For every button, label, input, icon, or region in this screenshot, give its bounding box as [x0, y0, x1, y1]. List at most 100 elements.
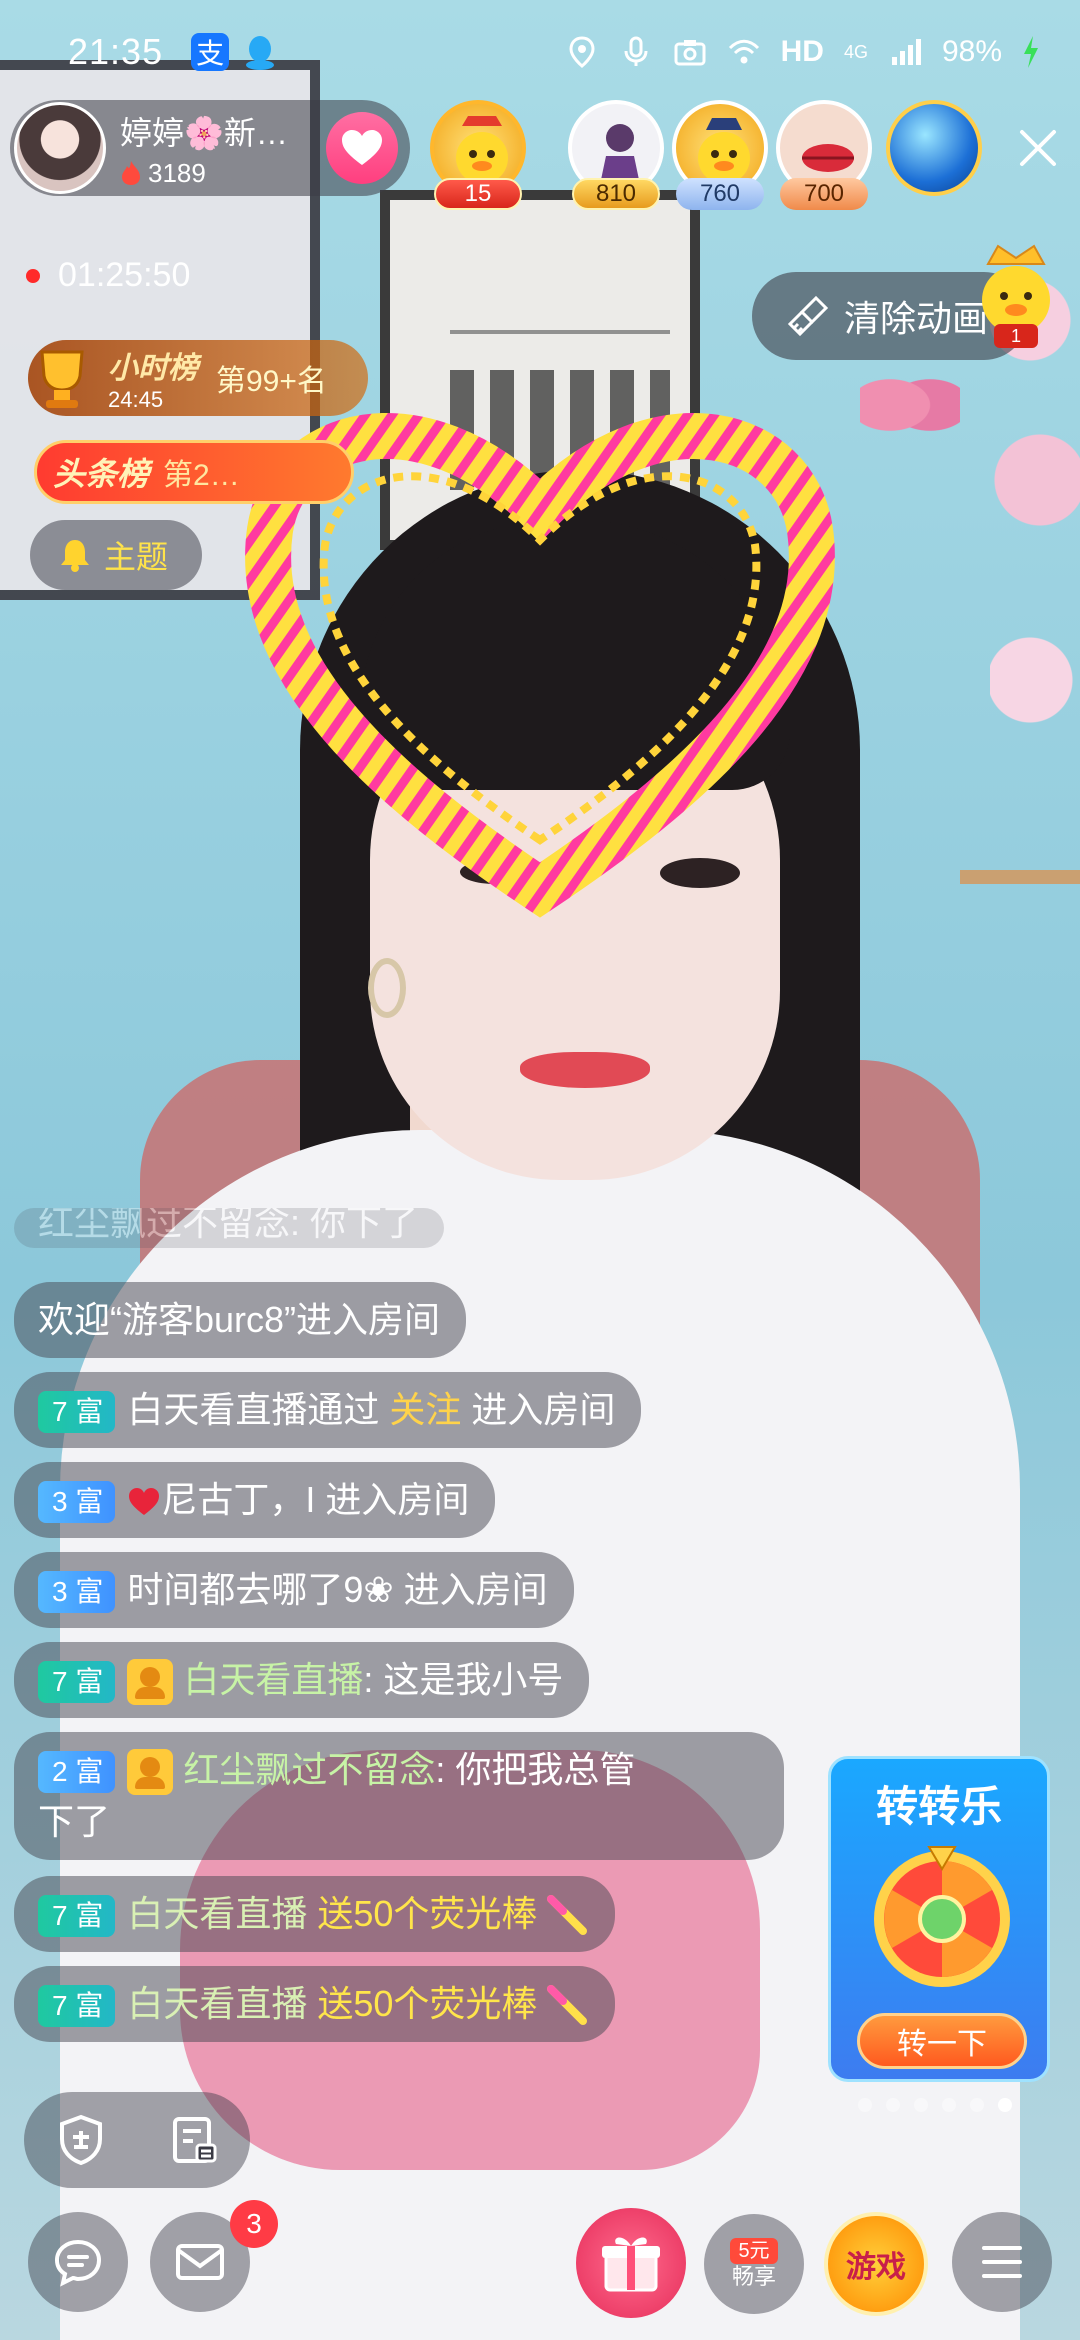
top-viewer-3[interactable]: 700 — [776, 100, 872, 210]
hourly-rank-position: 第99+名 — [216, 365, 327, 398]
tool-pill — [24, 2092, 250, 2188]
chat-bubble-icon — [54, 2239, 102, 2287]
shelf — [960, 870, 1080, 1070]
wealth-level-badge: 7 富 — [38, 1391, 116, 1434]
microphone-icon — [624, 36, 648, 66]
chat-content: : 这是我小号 — [363, 1659, 564, 1700]
popularity-count: 3189 — [148, 157, 206, 188]
chat-message[interactable]: 7 富 白天看直播: 这是我小号 — [14, 1642, 590, 1718]
chat-message[interactable]: 7 富白天看直播 送50个荧光棒 — [14, 1876, 616, 1952]
streamer-card[interactable]: 婷婷🌸新… 3189 — [10, 100, 410, 196]
promo-label: 畅享 — [731, 2264, 776, 2289]
promo-button[interactable]: 5元 畅享 — [704, 2214, 804, 2314]
streamer-info[interactable]: 婷婷🌸新… 3189 — [120, 108, 326, 189]
guard-shield-icon[interactable] — [52, 2111, 110, 2169]
wealth-level-badge: 7 富 — [38, 1985, 116, 2028]
chat-content: : 你把我总管 — [435, 1749, 636, 1790]
chat-content-continued: 下了 — [38, 1801, 111, 1842]
prize-wheel-icon — [874, 1846, 1010, 1987]
signal-indicator: 4G — [843, 42, 868, 62]
chat-username[interactable]: 白天看直播 — [127, 1983, 307, 2024]
chat-message[interactable]: 3 富时间都去哪了9❀ 进入房间 — [14, 1552, 574, 1628]
alipay-notification-icon: 支 — [191, 33, 230, 71]
signal-bars-icon — [891, 39, 921, 65]
chat-username[interactable]: 白天看直播 — [127, 1893, 307, 1934]
location-icon — [569, 36, 595, 68]
chat-input-button[interactable] — [28, 2212, 128, 2312]
chat-username[interactable]: 白天看直播 — [183, 1659, 363, 1700]
lucky-wheel-card[interactable]: 转转乐 转一下 — [828, 1756, 1050, 2082]
chat-username[interactable]: 红尘飘过不留念 — [183, 1749, 435, 1790]
pager-dot-active — [998, 2098, 1012, 2112]
earring — [368, 958, 406, 1018]
manager-icon — [127, 1749, 174, 1796]
chat-username[interactable]: 时间都去哪了9❀ — [127, 1569, 393, 1610]
wealth-level-badge: 7 富 — [38, 1895, 116, 1938]
chat-message[interactable]: 7 富白天看直播通过 关注 进入房间 — [14, 1372, 642, 1448]
chat-action: 进入房间 — [325, 1479, 470, 1520]
hd-indicator: HD — [780, 35, 824, 68]
viewer-contribution: 810 — [572, 178, 660, 210]
gift-text: 送50个荧光棒 — [317, 1893, 538, 1934]
gift-box-icon — [602, 2237, 660, 2292]
top-viewer-4[interactable] — [886, 100, 982, 200]
game-button[interactable]: 游戏 — [824, 2212, 928, 2316]
top-viewer-1[interactable]: 810 — [568, 100, 664, 210]
hourly-rank-countdown: 24:45 — [108, 387, 164, 412]
menu-icon — [982, 2246, 1022, 2278]
follow-button[interactable] — [326, 112, 398, 184]
chat-message-faded: 红尘飘过不留念: 你下了 — [14, 1208, 445, 1248]
glow-stick-icon — [547, 1985, 588, 2026]
wealth-level-badge: 3 富 — [38, 1571, 116, 1614]
chat-action: 进入房间 — [403, 1569, 548, 1610]
viewer-avatar — [886, 100, 982, 196]
chat-message[interactable]: 欢迎“游客burc8”进入房间 — [14, 1282, 467, 1358]
headline-rank-position: 第2… — [163, 459, 240, 492]
fan-club-icon[interactable] — [165, 2111, 223, 2169]
more-menu-button[interactable] — [952, 2212, 1052, 2312]
headline-rank-badge[interactable]: 头条榜 第2… — [34, 440, 354, 504]
clock: 21:35 — [68, 31, 164, 72]
welcome-text: 欢迎“游客burc8”进入房间 — [38, 1299, 441, 1340]
butterfly-decoration — [860, 360, 960, 450]
wifi-icon — [728, 39, 759, 64]
gift-button[interactable] — [576, 2208, 686, 2318]
hourly-rank-badge[interactable]: 小时榜 24:45 第99+名 — [28, 340, 368, 416]
live-duration: 01:25:50 — [26, 256, 190, 295]
qq-notification-icon — [246, 36, 275, 70]
topic-label: 主题 — [104, 539, 169, 575]
trophy-icon — [40, 350, 84, 408]
topic-button[interactable]: 主题 — [30, 520, 202, 590]
chat-username[interactable]: 尼古丁，I — [161, 1479, 315, 1520]
chat-faded-text: 红尘飘过不留念: 你下了 — [38, 1208, 419, 1243]
charging-icon — [1024, 36, 1038, 68]
game-label: 游戏 — [846, 2251, 906, 2284]
viewer-contribution: 700 — [780, 178, 868, 210]
pager-dot — [914, 2098, 928, 2112]
live-dot-icon — [26, 268, 40, 283]
unread-message-badge: 3 — [230, 2200, 278, 2248]
broom-icon — [787, 295, 829, 337]
guardian-viewer[interactable]: 15 — [430, 100, 526, 210]
chat-message[interactable]: 2 富 红尘飘过不留念: 你把我总管 下了 — [14, 1732, 784, 1860]
close-icon[interactable] — [1010, 120, 1066, 176]
flame-icon — [122, 161, 140, 185]
heart-icon — [342, 130, 382, 165]
battery-percentage: 98% — [941, 35, 1002, 68]
pager-dot — [858, 2098, 872, 2112]
chat-message[interactable]: 7 富白天看直播 送50个荧光棒 — [14, 1966, 616, 2042]
status-bar: 21:35 支 HD 4G 98% — [0, 0, 1080, 104]
streamer-avatar[interactable] — [14, 102, 106, 194]
camera-icon — [674, 40, 706, 66]
pet-mascot-icon[interactable]: 1 — [968, 240, 1064, 360]
envelope-icon — [176, 2244, 224, 2280]
wealth-level-badge: 3 富 — [38, 1481, 116, 1524]
wealth-level-badge: 7 富 — [38, 1661, 116, 1704]
headline-rank-title: 头条榜 — [53, 456, 150, 492]
streamer-lips — [520, 1052, 650, 1088]
spin-button[interactable]: 转一下 — [857, 2013, 1027, 2069]
chat-message[interactable]: 3 富 尼古丁，I 进入房间 — [14, 1462, 496, 1538]
chat-highlight: 关注 — [389, 1389, 462, 1430]
clear-animation-label: 清除动画 — [844, 298, 989, 339]
top-viewer-2[interactable]: 760 — [672, 100, 768, 210]
